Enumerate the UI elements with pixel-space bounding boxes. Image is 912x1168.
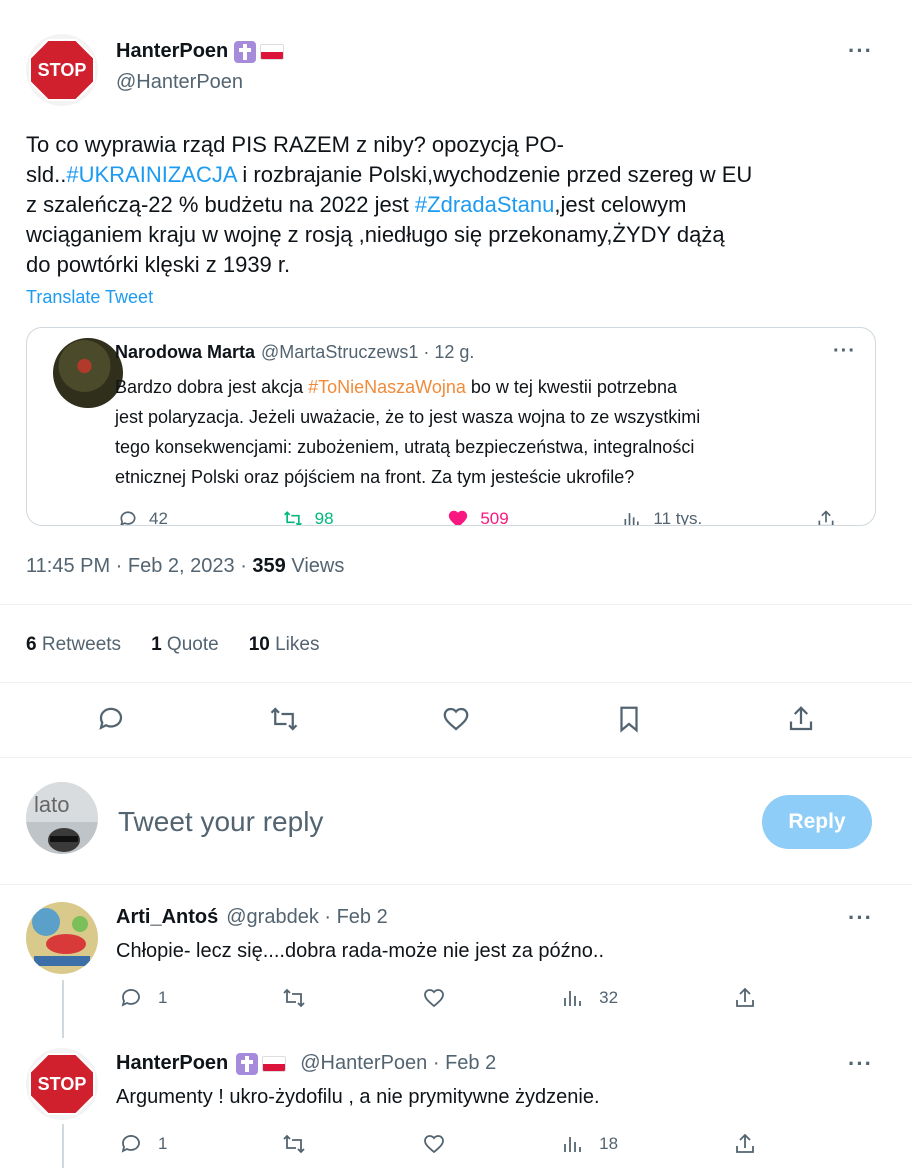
svg-text:STOP: STOP (38, 1074, 87, 1094)
poland-flag-icon (260, 43, 285, 60)
heart-filled-icon (449, 510, 468, 525)
thread-line (62, 1124, 64, 1168)
quoted-retweet-action[interactable]: 98 (281, 508, 334, 525)
quoted-author-name: Narodowa Marta (115, 342, 256, 362)
name-emojis (236, 1052, 287, 1075)
svg-text:STOP: STOP (38, 60, 87, 80)
reply-more-options-icon[interactable]: ··· (848, 1051, 873, 1077)
reply-icon[interactable] (96, 704, 126, 734)
quoted-more-options-icon[interactable]: ··· (833, 340, 856, 363)
reply-reply-action[interactable]: 1 (118, 1132, 167, 1156)
tweet-stats: 6 Retweets 1 Quote 10 Likes (26, 634, 319, 656)
stop-sign-avatar: STOP (26, 34, 98, 106)
reply-icon (120, 511, 136, 525)
tweet-text: To co wyprawia rząd PIS RAZEM z niby? op… (26, 130, 886, 280)
reply-actions: 1 18 (118, 1132, 758, 1156)
author-avatar[interactable]: STOP (26, 34, 98, 106)
retweets-stat[interactable]: 6 Retweets (26, 634, 121, 656)
user-photo-icon: lato (26, 782, 98, 854)
author-name-row: HanterPoen (116, 40, 285, 63)
like-icon[interactable] (441, 704, 471, 734)
name-emojis (234, 40, 285, 63)
divider (0, 757, 912, 758)
colorful-avatar-icon (26, 902, 98, 974)
retweet-icon[interactable] (281, 986, 307, 1010)
reply-author-avatar[interactable] (26, 902, 98, 974)
reply-icon (121, 989, 140, 1007)
views-count: 359 (252, 555, 286, 577)
reply-header: Arti_Antoś @grabdek · Feb 2 (116, 906, 388, 929)
quoted-views-action[interactable]: 11 tys. (621, 508, 702, 525)
share-icon (818, 510, 834, 525)
reply-reply-action[interactable]: 1 (118, 986, 167, 1010)
reply-icon (121, 1135, 140, 1153)
quoted-tweet-text: Bardzo dobra jest akcja #ToNieNaszaWojna… (115, 377, 701, 487)
reply-views-action[interactable]: 18 (561, 1132, 618, 1156)
quoted-hashtag[interactable]: #ToNieNaszaWojna (308, 377, 466, 397)
reply-input[interactable]: Tweet your reply (118, 806, 323, 838)
retweet-icon[interactable] (281, 1132, 307, 1156)
reply-header: HanterPoen @HanterPoen · Feb 2 (116, 1052, 496, 1075)
quotes-stat[interactable]: 1 Quote (151, 634, 219, 656)
quoted-share-action[interactable] (815, 508, 837, 525)
latin-cross-emoji-icon (234, 40, 257, 63)
quoted-header: Narodowa Marta @MartaStruczews1 · 12 g. (115, 342, 474, 363)
quoted-like-action[interactable]: 509 (446, 508, 509, 525)
share-icon[interactable] (732, 986, 758, 1010)
stop-sign-avatar: STOP (26, 1048, 98, 1120)
quoted-author-avatar[interactable] (53, 338, 123, 408)
quoted-author-handle: @MartaStruczews1 · 12 g. (261, 342, 475, 362)
reply-text: Chłopie- lecz się....dobra rada-może nie… (116, 940, 605, 962)
share-icon[interactable] (732, 1132, 758, 1156)
translate-tweet-link[interactable]: Translate Tweet (26, 287, 153, 308)
main-action-bar (96, 704, 816, 734)
retweet-icon (283, 511, 302, 525)
svg-text:lato: lato (34, 792, 69, 817)
bookmark-icon[interactable] (614, 704, 644, 734)
divider (0, 884, 912, 885)
poland-flag-icon (262, 1055, 287, 1072)
reply-author-handle[interactable]: @HanterPoen · Feb 2 (300, 1052, 496, 1075)
author-name[interactable]: HanterPoen (116, 40, 228, 63)
views-chart-icon (564, 1137, 582, 1152)
tweet-timestamp: 11:45 PM · Feb 2, 2023 · 359 Views (26, 555, 345, 577)
reply-more-options-icon[interactable]: ··· (848, 905, 873, 931)
hashtag-link[interactable]: #UKRAINIZACJA (66, 162, 236, 187)
author-handle[interactable]: @HanterPoen (116, 71, 243, 94)
quoted-reply-action[interactable]: 42 (117, 508, 168, 525)
divider (0, 682, 912, 683)
quoted-actions: 42 98 509 11 tys. (117, 508, 837, 525)
current-user-avatar[interactable]: lato (26, 782, 98, 854)
hashtag-link[interactable]: #ZdradaStanu (415, 192, 554, 217)
reply-author-handle[interactable]: @grabdek · Feb 2 (226, 906, 388, 929)
share-icon[interactable] (786, 704, 816, 734)
like-icon[interactable] (421, 986, 447, 1010)
more-options-icon[interactable]: ··· (848, 38, 873, 64)
views-chart-icon (564, 991, 582, 1006)
likes-stat[interactable]: 10 Likes (249, 634, 320, 656)
reply-author-name[interactable]: Arti_Antoś (116, 906, 218, 929)
reply-views-action[interactable]: 32 (561, 986, 618, 1010)
reply-button[interactable]: Reply (762, 795, 872, 849)
reply-actions: 1 32 (118, 986, 758, 1010)
divider (0, 604, 912, 605)
like-icon[interactable] (421, 1132, 447, 1156)
retweet-icon[interactable] (269, 704, 299, 734)
quoted-tweet-card[interactable]: Narodowa Marta @MartaStruczews1 · 12 g. … (26, 327, 876, 526)
reply-author-name[interactable]: HanterPoen (116, 1052, 228, 1075)
thread-line (62, 980, 64, 1038)
reply-text: Argumenty ! ukro-żydofilu , a nie prymit… (116, 1086, 600, 1108)
latin-cross-emoji-icon (236, 1052, 259, 1075)
views-chart-icon (624, 513, 640, 525)
reply-author-avatar[interactable]: STOP (26, 1048, 98, 1120)
